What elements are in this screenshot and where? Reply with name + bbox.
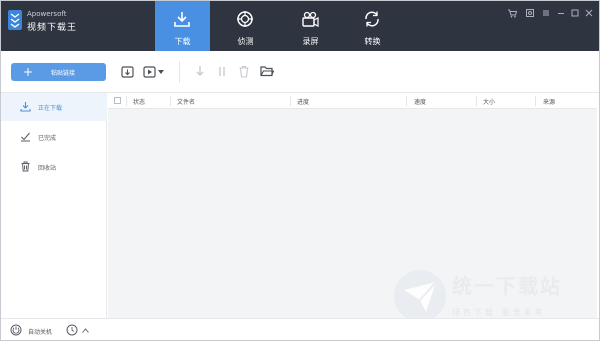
chevron-up-icon[interactable] — [82, 328, 89, 333]
open-folder-icon[interactable] — [260, 65, 274, 77]
delete-icon[interactable] — [238, 65, 250, 78]
minimize-icon[interactable] — [555, 8, 567, 20]
column-divider — [126, 96, 127, 106]
column-speed[interactable]: 速度 — [414, 97, 426, 106]
toolbar: + 粘贴链接 — [0, 51, 600, 93]
paste-link-button[interactable]: + 粘贴链接 — [11, 63, 106, 81]
tab-convert-label: 转换 — [364, 37, 381, 46]
column-divider — [406, 96, 407, 106]
status-bar: 自动关机 — [0, 318, 600, 341]
tab-download-label: 下载 — [174, 37, 191, 46]
download-icon — [20, 102, 31, 112]
sidebar-item-label: 已完成 — [38, 135, 57, 142]
plus-icon: + — [23, 65, 34, 79]
tab-convert[interactable]: 转换 — [345, 0, 400, 51]
select-all-checkbox[interactable] — [114, 97, 121, 104]
toolbar-divider — [179, 61, 180, 83]
tab-detect-label: 侦测 — [237, 37, 254, 46]
brand-chinese: 视频下载王 — [27, 23, 78, 33]
watermark-title: 统一下载站 — [452, 274, 562, 298]
record-icon — [302, 11, 319, 27]
tab-detect[interactable]: 侦测 — [218, 0, 273, 51]
completed-icon — [21, 132, 30, 142]
maximize-icon[interactable] — [569, 8, 581, 20]
auto-shutdown-label[interactable]: 自动关机 — [28, 327, 52, 336]
paste-link-label: 粘贴链接 — [51, 70, 76, 77]
sidebar-item-label: 正在下载 — [38, 105, 63, 112]
settings-icon[interactable] — [524, 8, 536, 20]
sidebar-item-trash[interactable]: 回收站 — [0, 153, 107, 181]
tab-download[interactable]: 下载 — [155, 0, 210, 51]
column-divider — [476, 96, 477, 106]
chevron-down-icon[interactable] — [158, 70, 164, 74]
sidebar: 正在下载 已完成 回收站 — [0, 93, 107, 318]
brand-english: Apowersoft — [27, 10, 67, 18]
table-header: 状态 文件名 进度 速度 大小 来源 — [108, 93, 597, 109]
column-source[interactable]: 来源 — [543, 97, 555, 106]
column-progress[interactable]: 进度 — [297, 97, 309, 106]
auto-shutdown-icon[interactable] — [10, 324, 22, 336]
app-logo-icon — [8, 10, 22, 30]
sidebar-item-downloading[interactable]: 正在下载 — [0, 93, 107, 121]
close-icon[interactable] — [583, 8, 595, 20]
pause-icon[interactable] — [217, 65, 227, 78]
watermark-logo — [394, 270, 446, 322]
copy-link-icon[interactable] — [121, 65, 134, 78]
tab-record-label: 录屏 — [302, 37, 319, 46]
column-size[interactable]: 大小 — [483, 97, 495, 106]
column-filename[interactable]: 文件名 — [177, 97, 195, 106]
sidebar-item-completed[interactable]: 已完成 — [0, 123, 107, 151]
column-divider — [290, 96, 291, 106]
start-download-icon[interactable] — [195, 65, 205, 78]
watermark-subtitle: 绿色下载 服务未来 — [452, 308, 546, 317]
cart-icon[interactable] — [506, 8, 518, 20]
sidebar-item-label: 回收站 — [38, 165, 57, 172]
convert-icon — [365, 11, 379, 27]
download-icon — [174, 12, 190, 27]
tab-record[interactable]: 录屏 — [283, 0, 338, 51]
clock-icon[interactable] — [66, 324, 78, 336]
trash-icon — [21, 161, 30, 172]
column-divider — [170, 96, 171, 106]
menu-icon[interactable] — [540, 8, 552, 20]
detect-icon — [237, 11, 253, 27]
column-status[interactable]: 状态 — [133, 97, 145, 106]
play-icon[interactable] — [143, 65, 156, 78]
column-divider — [535, 96, 536, 106]
title-bar: Apowersoft 视频下载王 下载 侦测 录屏 转换 — [0, 0, 600, 51]
